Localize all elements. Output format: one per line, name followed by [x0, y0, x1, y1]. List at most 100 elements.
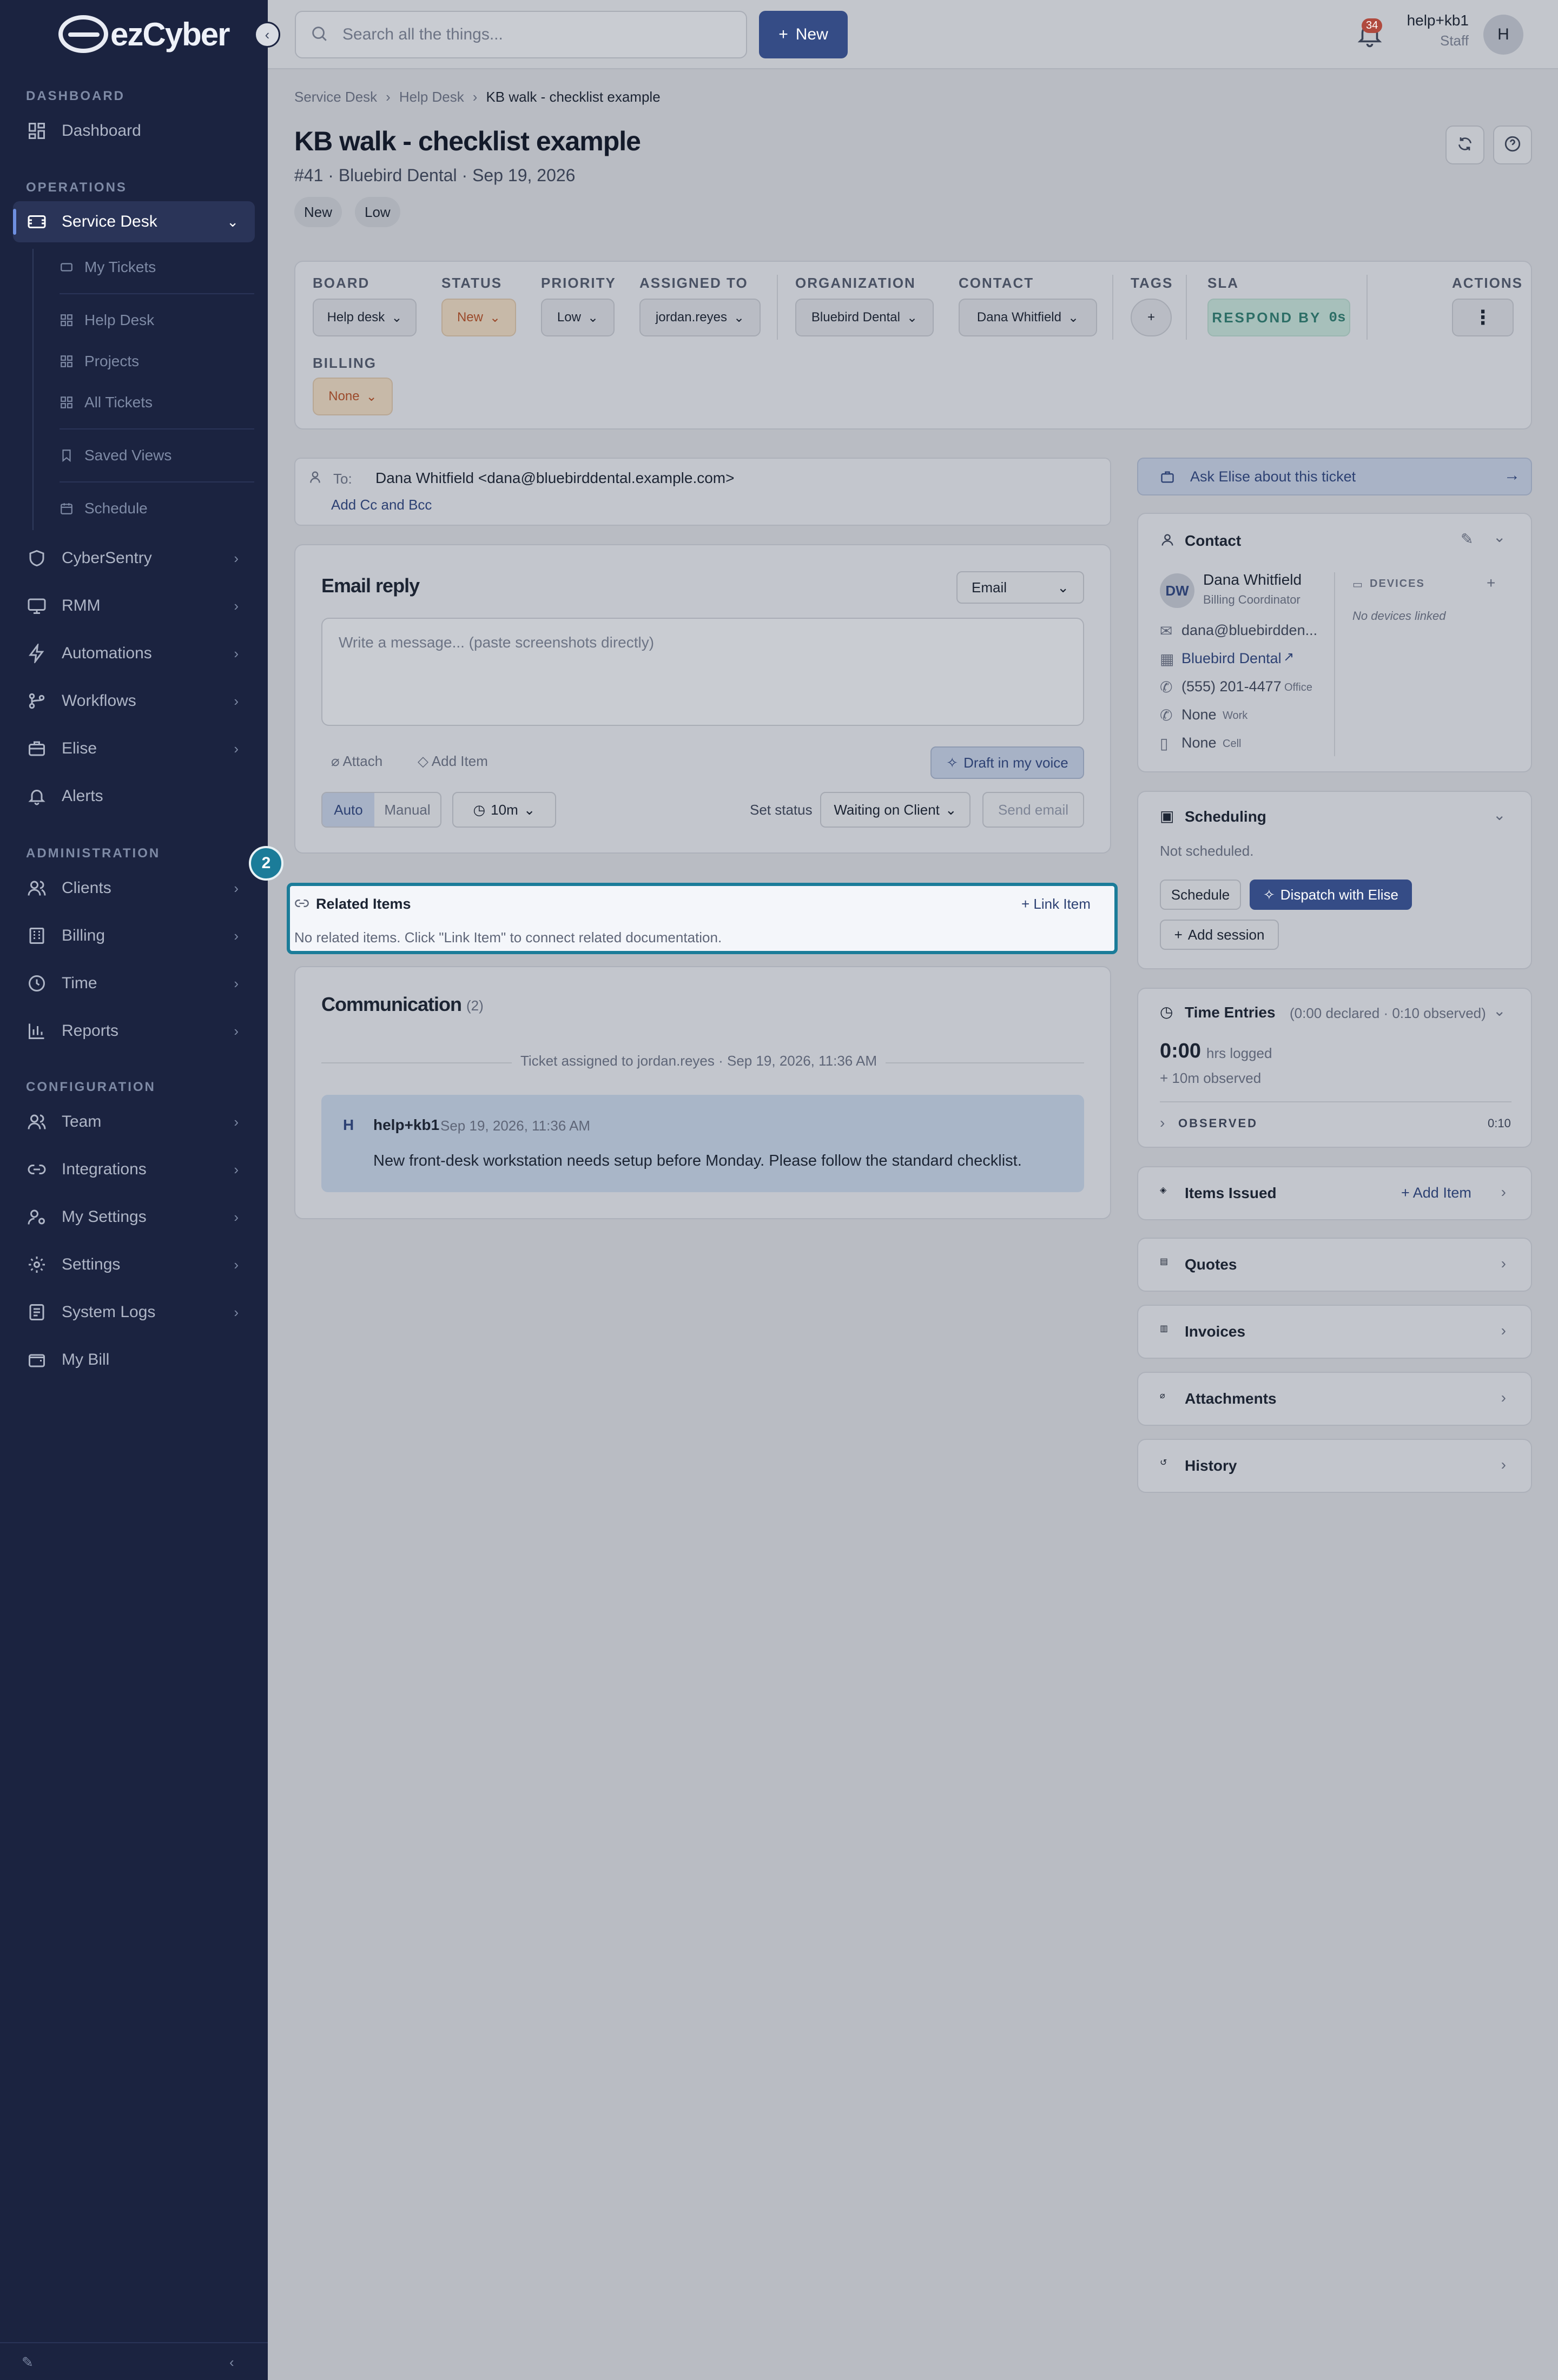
search-box[interactable] — [295, 11, 747, 58]
contact-organization-link[interactable]: Bluebird Dental — [1181, 650, 1282, 667]
ask-elise-button[interactable]: Ask Elise about this ticket → — [1137, 458, 1532, 495]
sidebar-item-service-desk[interactable]: Service Desk ⌄ — [13, 201, 255, 242]
channel-select[interactable]: Email ⌄ — [956, 571, 1084, 604]
field-label: PRIORITY — [541, 275, 616, 291]
chevron-right-icon: › — [234, 1304, 239, 1320]
actions-menu-button[interactable]: ⋮ — [1452, 299, 1514, 336]
link-item-button[interactable]: + Link Item — [1021, 896, 1091, 913]
schedule-button[interactable]: Schedule — [1160, 880, 1241, 910]
sidebar-item-schedule[interactable]: Schedule — [60, 492, 254, 525]
attach-button[interactable]: ⌀ Attach — [331, 753, 382, 770]
contact-email[interactable]: dana@bluebirdden... — [1181, 622, 1317, 639]
section-operations: OPERATIONS — [26, 180, 127, 195]
sidebar-item-all-tickets[interactable]: All Tickets — [60, 386, 254, 419]
board-dropdown[interactable]: Help desk ⌄ — [313, 299, 417, 336]
chevron-right-icon[interactable]: › — [1160, 1114, 1165, 1132]
link-icon — [26, 1159, 48, 1180]
chevron-down-icon: ⌄ — [391, 310, 402, 325]
quotes-section[interactable]: ▤ Quotes › — [1137, 1238, 1532, 1292]
sidebar-item-billing[interactable]: Billing › — [13, 915, 255, 956]
breadcrumb-link[interactable]: Help Desk — [399, 89, 464, 105]
field-label: ORGANIZATION — [795, 275, 916, 291]
contact-phone[interactable]: (555) 201-4477 — [1181, 678, 1282, 695]
new-button[interactable]: + New — [759, 11, 848, 58]
draft-in-my-voice-button[interactable]: ✧ Draft in my voice — [930, 746, 1084, 779]
divider — [1366, 275, 1368, 340]
user-menu[interactable]: help+kb1 Staff — [1382, 12, 1469, 49]
add-tag-button[interactable]: + — [1131, 299, 1172, 336]
avatar[interactable]: H — [1483, 15, 1523, 55]
edit-contact-icon[interactable]: ✎ — [1461, 530, 1473, 548]
assigned-to-dropdown[interactable]: jordan.reyes ⌄ — [639, 299, 761, 336]
add-item-link[interactable]: + Add Item — [1401, 1185, 1471, 1201]
dropdown-value: Bluebird Dental — [811, 310, 900, 325]
sidebar-item-time[interactable]: Time › — [13, 963, 255, 1004]
message-textarea[interactable]: Write a message... (paste screenshots di… — [321, 618, 1084, 726]
sidebar-item-label: Alerts — [62, 787, 103, 805]
priority-dropdown[interactable]: Low ⌄ — [541, 299, 615, 336]
sidebar-item-cybersentry[interactable]: CyberSentry › — [13, 538, 255, 579]
clock-icon: ◷ — [1160, 1003, 1173, 1020]
add-cc-bcc-link[interactable]: Add Cc and Bcc — [331, 497, 432, 513]
items-issued-section[interactable]: ◈ Items Issued + Add Item › — [1137, 1166, 1532, 1220]
chevron-down-icon: ⌄ — [366, 389, 377, 404]
edit-icon[interactable]: ✎ — [22, 2354, 34, 2371]
add-session-button[interactable]: + Add session — [1160, 920, 1279, 950]
sidebar-item-dashboard[interactable]: Dashboard — [13, 110, 255, 151]
duration-value: 10m — [491, 801, 518, 818]
user-name: help+kb1 — [1407, 12, 1469, 29]
sidebar-item-projects[interactable]: Projects — [60, 345, 254, 378]
help-button[interactable] — [1493, 125, 1532, 164]
collapse-sidebar-icon[interactable]: ‹ — [229, 2354, 234, 2371]
sidebar-item-my-settings[interactable]: My Settings › — [13, 1196, 255, 1238]
attachments-section[interactable]: ⌀ Attachments › — [1137, 1372, 1532, 1426]
brand-logo[interactable]: ezCyber — [58, 13, 230, 55]
dispatch-with-elise-button[interactable]: ✧ Dispatch with Elise — [1250, 880, 1412, 910]
refresh-button[interactable] — [1445, 125, 1484, 164]
set-status-select[interactable]: Waiting on Client ⌄ — [820, 792, 971, 828]
sidebar-sub-label: Saved Views — [84, 447, 172, 464]
chevron-down-icon[interactable]: ⌄ — [1493, 806, 1506, 824]
sidebar-item-team[interactable]: Team › — [13, 1101, 255, 1142]
sidebar-item-automations[interactable]: Automations › — [13, 633, 255, 674]
user-icon — [309, 470, 325, 487]
observed-label[interactable]: OBSERVED — [1178, 1116, 1258, 1130]
sidebar-item-workflows[interactable]: Workflows › — [13, 680, 255, 722]
contact-dropdown[interactable]: Dana Whitfield ⌄ — [959, 299, 1097, 336]
collapse-sidebar-button[interactable]: ‹ — [254, 22, 280, 48]
status-dropdown[interactable]: New ⌄ — [441, 299, 516, 336]
sidebar-item-reports[interactable]: Reports › — [13, 1010, 255, 1052]
add-device-icon[interactable]: + — [1487, 574, 1495, 592]
chevron-down-icon[interactable]: ⌄ — [1493, 1002, 1506, 1020]
manual-toggle[interactable]: Manual — [374, 793, 440, 827]
sidebar-item-my-tickets[interactable]: My Tickets — [60, 251, 254, 283]
chevron-down-icon[interactable]: ⌄ — [1493, 528, 1506, 546]
sidebar-item-saved-views[interactable]: Saved Views — [60, 439, 254, 472]
sidebar-item-settings[interactable]: Settings › — [13, 1244, 255, 1285]
field-label: TAGS — [1131, 275, 1173, 291]
sidebar-item-integrations[interactable]: Integrations › — [13, 1149, 255, 1190]
sidebar-item-clients[interactable]: Clients › — [13, 868, 255, 909]
organization-dropdown[interactable]: Bluebird Dental ⌄ — [795, 299, 934, 336]
sidebar-item-alerts[interactable]: Alerts — [13, 776, 255, 817]
clock-icon — [26, 973, 48, 994]
duration-select[interactable]: ◷ 10m ⌄ — [452, 792, 556, 828]
sidebar-item-elise[interactable]: Elise › — [13, 728, 255, 769]
sidebar-item-label: Integrations — [62, 1160, 147, 1178]
sidebar-item-help-desk[interactable]: Help Desk — [60, 304, 254, 336]
sidebar-item-system-logs[interactable]: System Logs › — [13, 1292, 255, 1333]
sidebar-item-my-bill[interactable]: My Bill — [13, 1339, 255, 1380]
sidebar-item-label: Service Desk — [62, 213, 157, 230]
invoices-section[interactable]: ▥ Invoices › — [1137, 1305, 1532, 1359]
add-item-button[interactable]: ◇ Add Item — [418, 753, 488, 770]
to-recipient[interactable]: Dana Whitfield <dana@bluebirddental.exam… — [375, 470, 734, 487]
history-section[interactable]: ↺ History › — [1137, 1439, 1532, 1493]
search-input[interactable] — [341, 25, 720, 44]
building-icon: ▦ — [1160, 651, 1174, 667]
send-email-button[interactable]: Send email — [982, 792, 1084, 828]
auto-toggle[interactable]: Auto — [322, 793, 374, 827]
billing-dropdown[interactable]: None ⌄ — [313, 378, 393, 415]
breadcrumb-link[interactable]: Service Desk — [294, 89, 377, 105]
sidebar-item-rmm[interactable]: RMM › — [13, 585, 255, 626]
search-icon — [310, 24, 328, 45]
